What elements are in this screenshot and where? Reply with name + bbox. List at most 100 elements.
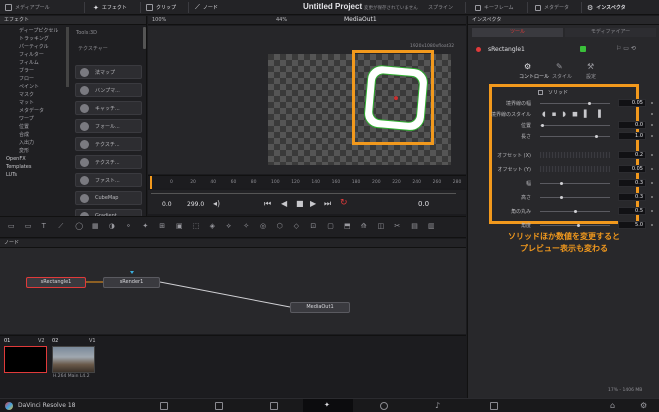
effects-category-item[interactable]: マット <box>0 99 70 107</box>
node-tool-icon[interactable]: ⚬ <box>126 222 132 230</box>
fairlight-page-icon[interactable]: ♪ <box>435 401 440 410</box>
param-value-field[interactable]: 0.05 <box>618 165 646 173</box>
metadata-button[interactable]: メタデータ <box>535 3 569 12</box>
node-tool-icon[interactable]: ▥ <box>428 222 435 230</box>
fusion-page-tab[interactable]: ✦ <box>303 399 353 412</box>
zoom-dropdown-right[interactable]: 44% <box>276 17 287 23</box>
param-slider[interactable] <box>540 135 610 138</box>
effects-category-item[interactable]: 位置 <box>0 123 70 131</box>
clips-button[interactable]: クリップ <box>146 3 176 12</box>
node-tool-icon[interactable]: ◇ <box>294 222 299 230</box>
color-page-icon[interactable] <box>380 402 388 410</box>
node-tool-icon[interactable]: ⊡ <box>310 222 316 230</box>
tool-button[interactable]: 法マップ <box>75 65 142 79</box>
param-slider[interactable] <box>540 224 610 227</box>
playhead[interactable] <box>150 176 152 189</box>
solid-checkbox[interactable] <box>538 90 543 95</box>
node-tool-icon[interactable]: ⬒ <box>344 222 351 230</box>
tool-button[interactable]: キャッチ... <box>75 101 142 115</box>
cut-page-icon[interactable] <box>215 402 223 410</box>
subtab-settings[interactable]: 設定 <box>586 73 596 80</box>
effects-category-item[interactable]: 合成 <box>0 131 70 139</box>
node-tool-icon[interactable]: ✧ <box>243 222 249 230</box>
keyframe-dot-icon[interactable] <box>651 224 653 226</box>
offset-wheel[interactable] <box>540 166 610 172</box>
slider-knob[interactable] <box>560 196 564 199</box>
loop-icon[interactable]: ↻ <box>340 198 348 208</box>
param-slider[interactable] <box>540 124 610 127</box>
effects-category-item[interactable]: 変形 <box>0 147 70 155</box>
slider-knob[interactable] <box>573 210 577 213</box>
deliver-page-icon[interactable] <box>490 402 498 410</box>
effects-category-item[interactable]: ディープピクセル <box>0 27 70 35</box>
node-tool-icon[interactable]: ▦ <box>92 222 99 230</box>
style-tab-icon[interactable]: ✎ <box>556 62 563 71</box>
zoom-dropdown-left[interactable]: 100% <box>152 17 166 23</box>
settings-tab-icon[interactable]: ⚒ <box>587 62 594 71</box>
node-tool-icon[interactable]: ◫ <box>378 222 385 230</box>
effects-category-item[interactable]: ペイント <box>0 83 70 91</box>
param-slider[interactable] <box>540 210 610 213</box>
jump-start-icon[interactable]: ⏮ <box>264 199 271 209</box>
keyframe-dot-icon[interactable] <box>651 154 653 156</box>
node-tool-icon[interactable]: ◑ <box>109 222 115 230</box>
keyframe-dot-icon[interactable] <box>651 102 653 104</box>
keyframe-dot-icon[interactable] <box>651 210 653 212</box>
effects-category-item[interactable]: OpenFX <box>0 155 70 163</box>
node-tool-icon[interactable]: T <box>42 222 46 230</box>
effects-category-item[interactable]: LUTs <box>0 171 70 179</box>
slider-knob[interactable] <box>594 135 598 138</box>
enable-toggle[interactable] <box>580 46 586 52</box>
param-value-field[interactable]: 0.5 <box>618 207 646 215</box>
effects-category-item[interactable]: マスク <box>0 91 70 99</box>
tool-button[interactable]: フォール... <box>75 119 142 133</box>
keyframe-dot-icon[interactable] <box>651 113 653 115</box>
effects-button[interactable]: ✦ エフェクト <box>93 3 127 12</box>
effects-category-item[interactable]: ブラー <box>0 67 70 75</box>
stop-icon[interactable]: ■ <box>296 199 304 208</box>
clip2-thumbnail[interactable] <box>52 346 95 373</box>
param-slider[interactable] <box>540 102 610 105</box>
param-value-field[interactable]: 0.0 <box>618 121 646 129</box>
param-slider[interactable] <box>540 182 610 185</box>
spline-button[interactable]: スプライン <box>428 3 453 12</box>
effects-category-item[interactable]: ワープ <box>0 115 70 123</box>
tool-button[interactable]: テクスチ... <box>75 137 142 151</box>
node-tool-icon[interactable]: ✦ <box>142 222 148 230</box>
clip1-thumbnail[interactable] <box>4 346 47 373</box>
keyframe-dot-icon[interactable] <box>651 168 653 170</box>
node-tool-icon[interactable]: ⊞ <box>159 222 165 230</box>
jump-end-icon[interactable]: ⏭ <box>324 199 331 209</box>
edit-page-icon[interactable] <box>270 402 278 410</box>
keyframes-button[interactable]: キーフレーム <box>475 3 514 12</box>
keyframe-dot-icon[interactable] <box>651 135 653 137</box>
inspector-button[interactable]: ⚙ インスペクタ <box>587 3 626 12</box>
tools-scrollbar[interactable] <box>143 27 146 49</box>
subtab-style[interactable]: スタイル <box>552 73 572 80</box>
viewer-area[interactable]: 1920x1080xfloat32 <box>148 26 466 174</box>
node-srectangle1[interactable]: sRectangle1 <box>26 277 86 288</box>
time-ruler[interactable]: 0 20 40 60 80 100 120 140 160 180 200 220 240 260 280 <box>148 175 466 189</box>
param-value-field[interactable]: 0.3 <box>618 193 646 201</box>
volume-icon[interactable]: ◂) <box>213 199 220 208</box>
tool-button[interactable]: ファスト... <box>75 173 142 187</box>
slider-knob[interactable] <box>541 124 545 127</box>
effects-category-item[interactable]: フィルター <box>0 51 70 59</box>
keyframe-dot-icon[interactable] <box>651 124 653 126</box>
effects-category-item[interactable]: フロー <box>0 75 70 83</box>
effects-category-item[interactable]: パーティクル <box>0 43 70 51</box>
media-page-icon[interactable] <box>160 402 168 410</box>
slider-knob[interactable] <box>560 182 564 185</box>
node-tool-icon[interactable]: ◎ <box>260 222 266 230</box>
param-value-field[interactable]: 5.0 <box>618 221 646 229</box>
node-tool-icon[interactable]: ◯ <box>75 222 83 230</box>
offset-wheel[interactable] <box>540 152 610 158</box>
node-tool-icon[interactable]: ▣ <box>176 222 183 230</box>
node-tool-icon[interactable]: ▭ <box>25 222 32 230</box>
home-icon[interactable]: ⌂ <box>610 401 615 410</box>
effects-category-item[interactable]: 入出力 <box>0 139 70 147</box>
node-mediaout1[interactable]: MediaOut1 <box>290 302 350 313</box>
node-tool-icon[interactable]: ◈ <box>210 222 215 230</box>
tool-button[interactable]: テクスチ... <box>75 155 142 169</box>
node-tool-icon[interactable]: ⬚ <box>193 222 200 230</box>
